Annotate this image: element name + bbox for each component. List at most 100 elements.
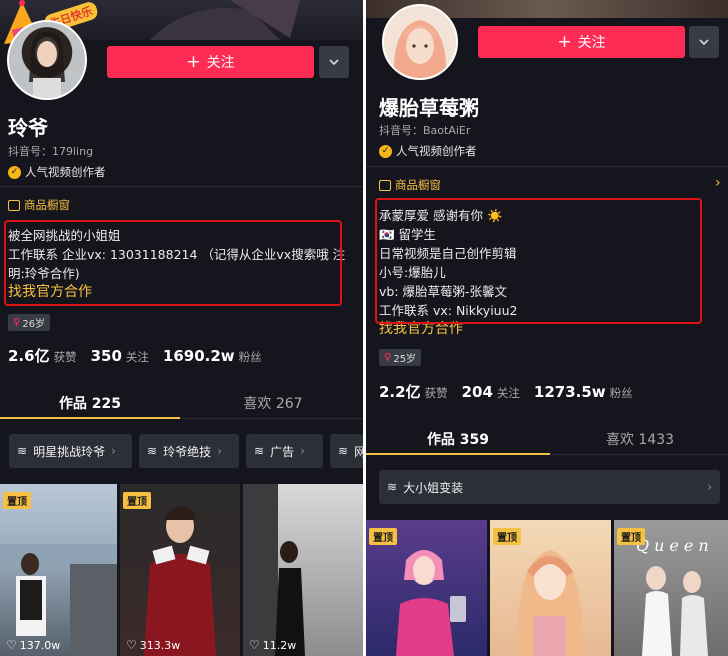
shop-label: 商品橱窗 <box>395 178 441 192</box>
creator-tag: ✓ 人气视频创作者 <box>379 143 477 159</box>
avatar[interactable] <box>7 20 87 100</box>
creator-badge-icon: ✓ <box>8 165 21 179</box>
collection-chip[interactable]: ≋ 网 <box>330 434 363 468</box>
followers-count[interactable]: 1273.5w <box>534 383 606 401</box>
creator-label: 人气视频创作者 <box>396 144 477 158</box>
following-label[interactable]: 关注 <box>126 349 149 365</box>
chevron-right-icon: › <box>300 444 305 458</box>
collection-chip[interactable]: ≋ 大小姐变装 › <box>379 470 720 504</box>
likes-count: 2.6亿 <box>8 347 50 365</box>
chevron-down-icon <box>329 59 339 66</box>
tab-works[interactable]: 作品 225 <box>0 393 180 413</box>
creator-tag: ✓ 人气视频创作者 <box>8 164 106 180</box>
shop-window-link[interactable]: 商品橱窗 <box>8 197 70 213</box>
like-count-value: 137.0w <box>19 638 61 652</box>
shop-label: 商品橱窗 <box>24 198 70 212</box>
follow-label: 关注 <box>206 55 235 71</box>
video-overlay-text: Queen <box>636 536 714 555</box>
female-icon: ♀ <box>384 352 392 363</box>
active-tab-indicator <box>0 417 180 419</box>
video-thumbnail[interactable]: 置顶 <box>490 520 611 656</box>
like-count-value: 11.2w <box>262 638 297 652</box>
chevron-right-icon: › <box>707 480 712 494</box>
chip-label: 明星挑战玲爷 <box>33 444 106 459</box>
likes-label: 获赞 <box>424 386 448 400</box>
divider <box>550 454 728 455</box>
likes-label: 获赞 <box>53 350 77 364</box>
profile-panel-left: 生日快乐 + 关注 玲爷 抖音号：179ling ✓ 人气视频创作者 商品橱窗 … <box>0 0 363 656</box>
active-tab-indicator <box>366 453 550 455</box>
following-count[interactable]: 204 <box>462 383 493 401</box>
chevron-right-icon: › <box>217 444 222 458</box>
follow-button[interactable]: + 关注 <box>107 46 314 78</box>
collection-chip[interactable]: ≋ 广告 › <box>246 434 323 468</box>
profile-stats: 2.6亿 获赞 350 关注 1690.2w 粉丝 <box>8 345 276 366</box>
like-count: ♡ 137.0w <box>6 638 60 652</box>
profile-stats: 2.2亿 获赞 204 关注 1273.5w 粉丝 <box>379 381 647 402</box>
chip-label: 网 <box>354 444 363 459</box>
video-thumbnail[interactable]: 置顶 ♡ 313.3w <box>120 484 240 656</box>
chevron-right-icon[interactable]: › <box>715 175 721 191</box>
chip-label: 玲爷绝技 <box>163 444 212 459</box>
following-count[interactable]: 350 <box>91 347 122 365</box>
age-label: 25岁 <box>393 354 417 365</box>
collection-icon: ≋ <box>338 444 349 458</box>
chip-label: 广告 <box>270 444 295 459</box>
age-tag: ♀ 26岁 <box>8 314 51 331</box>
collection-icon: ≋ <box>17 444 28 458</box>
highlight-box <box>4 220 342 306</box>
like-count: ♡ 11.2w <box>249 638 296 652</box>
likes-count: 2.2亿 <box>379 383 421 401</box>
video-thumbnail[interactable]: Queen 置顶 <box>614 520 728 656</box>
profile-name: 爆胎草莓粥 <box>379 96 479 120</box>
collection-chip[interactable]: ≋ 明星挑战玲爷 › <box>9 434 132 468</box>
more-options-button[interactable] <box>319 46 349 78</box>
douyin-id: 抖音号：BaotAiEr <box>379 124 471 137</box>
video-thumbnail[interactable]: 置顶 ♡ 137.0w <box>0 484 117 656</box>
video-thumbnail[interactable]: 置顶 <box>366 520 487 656</box>
collection-icon: ≋ <box>254 444 265 458</box>
followers-label[interactable]: 粉丝 <box>239 349 262 365</box>
plus-icon: + <box>557 31 572 52</box>
creator-label: 人气视频创作者 <box>25 165 106 179</box>
like-count-value: 313.3w <box>139 638 181 652</box>
heart-icon: ♡ <box>126 638 137 652</box>
shop-icon <box>379 179 391 191</box>
profile-name: 玲爷 <box>8 116 48 140</box>
heart-icon: ♡ <box>6 638 17 652</box>
chevron-down-icon <box>699 39 709 46</box>
follow-button[interactable]: + 关注 <box>478 26 685 58</box>
pinned-badge: 置顶 <box>493 528 521 545</box>
collection-icon: ≋ <box>387 480 398 494</box>
more-options-button[interactable] <box>689 26 719 58</box>
chip-label: 大小姐变装 <box>403 480 464 495</box>
chevron-right-icon: › <box>111 444 116 458</box>
shop-icon <box>8 199 20 211</box>
tab-likes[interactable]: 喜欢 1433 <box>552 429 728 449</box>
divider <box>180 418 363 419</box>
following-label[interactable]: 关注 <box>497 385 520 401</box>
pinned-badge: 置顶 <box>369 528 397 545</box>
highlight-box <box>375 198 702 324</box>
avatar[interactable] <box>382 4 458 80</box>
divider <box>0 186 363 187</box>
follow-label: 关注 <box>577 35 606 51</box>
divider <box>366 166 728 167</box>
age-label: 26岁 <box>22 319 46 330</box>
female-icon: ♀ <box>13 317 21 328</box>
like-count: ♡ 313.3w <box>126 638 180 652</box>
pinned-badge: 置顶 <box>3 492 31 509</box>
heart-icon: ♡ <box>249 638 260 652</box>
collection-chip[interactable]: ≋ 玲爷绝技 › <box>139 434 239 468</box>
followers-label[interactable]: 粉丝 <box>610 385 633 401</box>
followers-count[interactable]: 1690.2w <box>163 347 235 365</box>
creator-badge-icon: ✓ <box>379 144 392 158</box>
pinned-badge: 置顶 <box>617 528 645 545</box>
tab-works[interactable]: 作品 359 <box>366 429 550 449</box>
age-tag: ♀ 25岁 <box>379 349 422 366</box>
video-thumbnail[interactable]: ♡ 11.2w <box>243 484 363 656</box>
shop-window-link[interactable]: 商品橱窗 <box>379 177 441 193</box>
plus-icon: + <box>186 51 201 72</box>
tab-likes[interactable]: 喜欢 267 <box>183 393 363 413</box>
profile-panel-right: + 关注 爆胎草莓粥 抖音号：BaotAiEr ✓ 人气视频创作者 商品橱窗 ›… <box>366 0 728 656</box>
